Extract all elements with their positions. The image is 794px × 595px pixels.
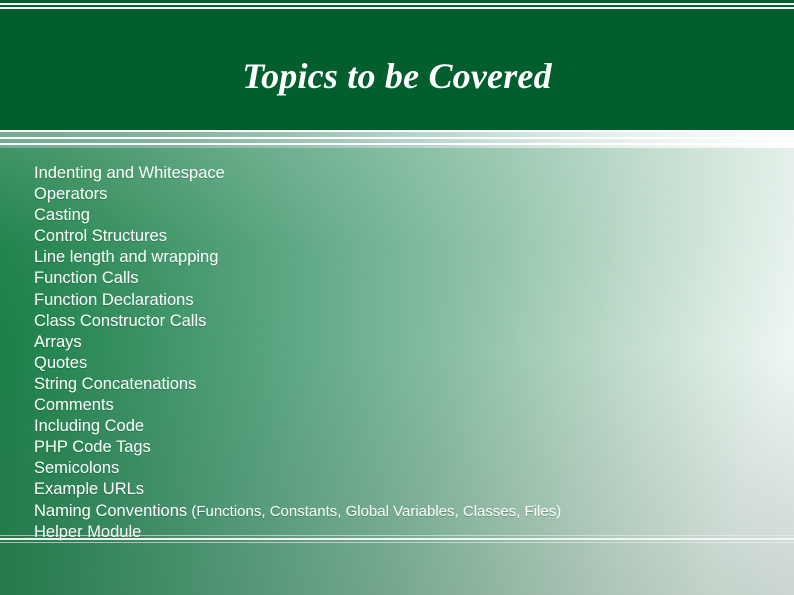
topic-label: Indenting and Whitespace <box>34 164 225 182</box>
list-item: Quotes <box>34 353 764 374</box>
topic-label: PHP Code Tags <box>34 438 151 457</box>
topic-label: Naming Conventions <box>34 501 188 520</box>
topic-note: (Functions, Constants, Global Variables,… <box>187 502 562 520</box>
list-item: Function Declarations <box>34 290 764 311</box>
topic-label: Class Constructor Calls <box>34 311 207 330</box>
list-item: Arrays <box>34 332 764 353</box>
topic-label: Semicolons <box>34 459 120 478</box>
list-item: PHP Code Tags <box>34 437 764 458</box>
list-item: Line length and wrapping <box>34 247 764 268</box>
topic-label: Helper Module <box>34 522 142 541</box>
list-item: Function Calls <box>34 268 764 289</box>
list-item: String Concatenations <box>34 374 764 395</box>
topic-label: String Concatenations <box>34 374 197 393</box>
topic-label: Function Declarations <box>34 290 194 309</box>
topic-label: Control Structures <box>34 227 167 246</box>
topic-label: Casting <box>34 206 90 225</box>
topics-list: Indenting and Whitespace Operators Casti… <box>34 163 764 543</box>
slide-canvas: Topics to be Covered Indenting and White… <box>0 0 794 595</box>
page-title: Topics to be Covered <box>242 56 552 96</box>
topic-label: Arrays <box>34 332 82 351</box>
topic-label: Operators <box>34 185 108 204</box>
topic-label: Comments <box>34 396 114 415</box>
topic-label: Line length and wrapping <box>34 248 219 267</box>
list-item: Control Structures <box>34 226 764 247</box>
list-item: Casting <box>34 205 764 226</box>
topic-label: Including Code <box>34 417 145 436</box>
topic-label: Function Calls <box>34 269 139 288</box>
list-item: Class Constructor Calls <box>34 311 764 332</box>
slide-header: Topics to be Covered <box>0 0 794 148</box>
topic-label: Quotes <box>34 353 88 372</box>
list-item: Comments <box>34 395 764 416</box>
list-item: Indenting and Whitespace <box>34 163 764 184</box>
list-item: Semicolons <box>34 458 764 479</box>
list-item: Operators <box>34 184 764 205</box>
list-item: Including Code <box>34 416 764 437</box>
list-item: Helper Module <box>34 522 764 543</box>
header-divider-strip-3 <box>0 145 794 148</box>
topic-label: Example URLs <box>34 480 145 499</box>
list-item: Naming Conventions (Functions, Constants… <box>34 501 764 522</box>
list-item: Example URLs <box>34 479 764 500</box>
